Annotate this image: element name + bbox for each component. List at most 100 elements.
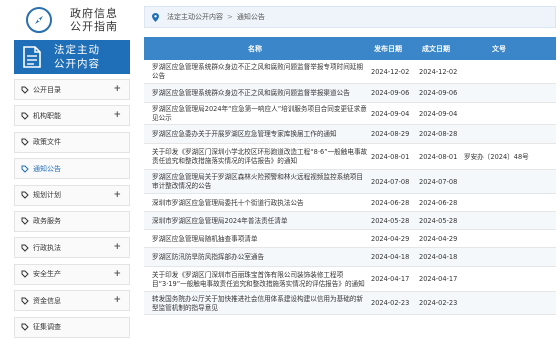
publish-date: 2024-05-28 [371,217,410,225]
notice-title-link[interactable]: 罗湖区应急管理系统群众身边不正之风和腐败问题监督举报专项时间延期公告 [152,63,368,81]
notice-title-link[interactable]: 关于印发《罗湖区门深圳小学北校区环形跑道改造工程“8·6”一般触电事故责任追究和… [152,148,368,166]
notice-title-link[interactable]: 罗湖区防汛防旱防风指挥部办公室通告 [152,253,368,262]
tag-icon [21,165,29,173]
tag-icon [21,244,29,252]
created-date: 2024-08-01 [419,153,458,161]
table-row: 罗湖区应急委办关于开展罗湖区应急管理专家库换届工作的通知 2024-08-29 20… [144,125,556,144]
active-section-header[interactable]: 法定主动 公开内容 [14,40,130,74]
tag-icon [21,112,29,120]
table-row: 罗湖区应急管理局2024年“应急第一响应人”培训服务项目合同变更征求意见公示 20… [144,103,556,125]
created-date: 2024-02-23 [419,299,458,307]
table-row: 深圳市罗湖区应急管理局委托十个街道行政执法公告 2024-06-28 2024-06… [144,194,556,212]
notice-title-link[interactable]: 罗湖区应急管理局关于罗湖区森林火险预警和林火远程视频监控系统项目审计整改情况的公… [152,173,368,191]
notice-title-link[interactable]: 罗湖区应急管理局随机抽查事项清单 [152,235,368,244]
compass-icon [26,7,52,33]
breadcrumb-separator: > [227,13,233,21]
expand-icon[interactable]: + [113,190,121,200]
document-icon [23,46,41,68]
sidebar-item-policies[interactable]: 政策文件 [14,131,130,153]
brand-line-2: 公开指南 [70,20,118,33]
expand-icon[interactable]: + [113,110,121,120]
column-header-created-date: 成文日期 [422,45,450,53]
publish-date: 2024-02-23 [371,299,410,307]
notice-table: 罗湖区应急管理系统群众身边不正之风和腐败问题监督举报专项时间延期公告 2024-1… [144,60,556,315]
sidebar-item-label: 征集调查 [33,323,61,332]
created-date: 2024-04-17 [419,275,458,283]
table-row: 罗湖区应急管理系统群众身边不正之风和腐败问题监督举报专项时间延期公告 2024-1… [144,60,556,84]
notice-title-link[interactable]: 关于印发《罗湖区门深圳市百丽珠宝首饰有限公司装饰装修工程项目“3·19”一般触电… [152,271,368,289]
active-line-1: 法定主动 [54,44,100,56]
publish-date: 2024-12-02 [371,68,410,76]
tag-icon [21,270,29,278]
active-line-2: 公开内容 [54,58,100,70]
notice-title-link[interactable]: 深圳市罗湖区应急管理局2024年普法责任清单 [152,217,368,226]
created-date: 2024-09-06 [419,89,458,97]
publish-date: 2024-04-17 [371,275,410,283]
notice-title-link[interactable]: 深圳市罗湖区应急管理局委托十个街道行政执法公告 [152,199,368,208]
brand-title: 政府信息 公开指南 [70,7,140,33]
sidebar-item-services[interactable]: 政务服务 [14,210,130,232]
sidebar-item-label: 政策文件 [33,138,61,147]
active-section-title: 法定主动 公开内容 [54,43,100,71]
doc-number: 罗安办〔2024〕48号 [464,153,529,161]
column-header-doc-number: 文号 [492,45,506,53]
sidebar-item-label: 通知公告 [33,164,61,173]
sidebar-item-safety[interactable]: 安全生产 + [14,263,130,285]
sidebar-item-plans[interactable]: 规划计划 + [14,184,130,206]
sidebar-item-label: 资金信息 [33,296,61,305]
breadcrumb-parent-link[interactable]: 法定主动公开内容 [167,12,223,22]
publish-date: 2024-06-28 [371,199,410,207]
tag-icon [21,217,29,226]
notice-title-link[interactable]: 罗湖区应急管理局2024年“应急第一响应人”培训服务项目合同变更征求意见公示 [152,105,368,123]
publish-date: 2024-04-18 [371,253,410,261]
breadcrumb: 法定主动公开内容 > 通知公告 [144,6,556,28]
tag-icon [21,297,29,305]
brand-line-1: 政府信息 [70,7,118,20]
sidebar-item-label: 政务服务 [33,217,61,226]
sidebar-item-label: 行政执法 [33,243,61,252]
created-date: 2024-04-18 [419,253,458,261]
publish-date: 2024-08-01 [371,153,410,161]
table-row: 关于印发《罗湖区门深圳市百丽珠宝首饰有限公司装饰装修工程项目“3·19”一般触电… [144,267,556,292]
publish-date: 2024-09-06 [371,89,410,97]
location-pin-icon [152,12,159,22]
publish-date: 2024-07-08 [371,178,410,186]
tag-icon [21,138,29,146]
table-header: 名称 发布日期 成文日期 文号 [144,37,556,60]
sidebar-item-label: 公开目录 [33,85,61,94]
notice-title-link[interactable]: 罗湖区应急管理系统群众身边不正之风和腐败问题监督举报渠道公告 [152,89,368,98]
table-row: 转发国务院办公厅关于加快推进社会信用体系建设构建以信用为基础的新型监管机制的指导… [144,292,556,315]
notice-title-link[interactable]: 罗湖区应急委办关于开展罗湖区应急管理专家库换届工作的通知 [152,130,368,139]
sidebar-nav: 公开目录 + 机构职能 + 政策文件 通知公告 规划计划 + 政务服务 行政执法… [14,79,130,343]
expand-icon[interactable]: + [113,295,121,305]
created-date: 2024-08-28 [419,130,458,138]
expand-icon[interactable]: + [113,84,121,94]
publish-date: 2024-08-29 [371,130,410,138]
created-date: 2024-06-28 [419,199,458,207]
notice-title-link[interactable]: 转发国务院办公厅关于加快推进社会信用体系建设构建以信用为基础的新型监管机制的指导… [152,295,368,313]
sidebar-item-label: 规划计划 [33,191,61,200]
sidebar-item-functions[interactable]: 机构职能 + [14,105,130,127]
tag-icon [21,323,29,331]
sidebar-item-enforcement[interactable]: 行政执法 + [14,237,130,259]
sidebar-item-catalog[interactable]: 公开目录 + [14,79,130,100]
sidebar-item-surveys[interactable]: 征集调查 [14,316,130,338]
sidebar-item-funds[interactable]: 资金信息 + [14,290,130,312]
tag-icon [21,86,29,94]
expand-icon[interactable]: + [113,242,121,252]
created-date: 2024-09-04 [419,110,458,118]
created-date: 2024-07-08 [419,178,458,186]
table-row: 罗湖区应急管理局关于罗湖区森林火险预警和林火远程视频监控系统项目审计整改情况的公… [144,170,556,194]
publish-date: 2024-04-29 [371,235,410,243]
created-date: 2024-04-29 [419,235,458,243]
breadcrumb-current: 通知公告 [236,13,265,21]
sidebar-item-notices[interactable]: 通知公告 [14,158,130,180]
guide-link[interactable]: 政府信息 公开指南 [14,4,132,36]
main-content: 法定主动公开内容 > 通知公告 名称 发布日期 成文日期 文号 罗湖区应急管理系… [144,6,556,315]
expand-icon[interactable]: + [113,269,121,279]
sidebar-item-label: 机构职能 [33,111,61,120]
table-row: 关于印发《罗湖区门深圳小学北校区环形跑道改造工程“8·6”一般触电事故责任追究和… [144,144,556,170]
sidebar-item-label: 安全生产 [33,270,61,279]
column-header-name: 名称 [248,45,262,53]
created-date: 2024-05-28 [419,217,458,225]
